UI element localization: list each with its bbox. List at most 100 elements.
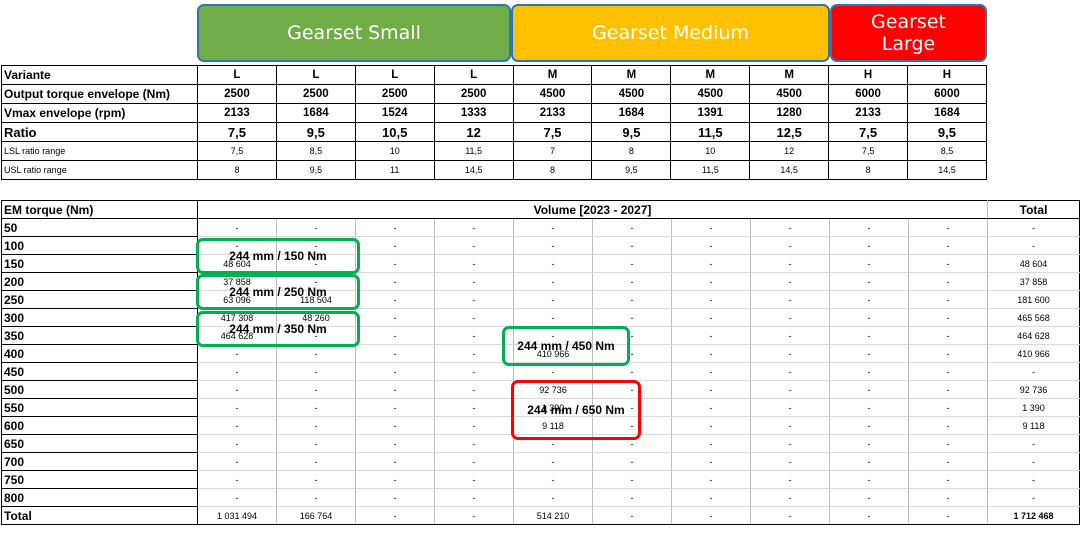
spec-cell: 8: [828, 160, 909, 180]
annotation-box: 244 mm / 650 Nm: [511, 380, 641, 440]
spec-cell: 7,5: [197, 122, 277, 142]
volume-cell: -: [829, 416, 909, 435]
volume-cell: -: [513, 308, 593, 327]
volume-cell: -: [592, 308, 672, 327]
volume-cell: -: [829, 362, 909, 381]
volume-cell: -: [513, 218, 593, 237]
spec-cell: 8: [591, 141, 672, 161]
volume-cell: -: [829, 218, 909, 237]
spec-cell: 9,5: [275, 160, 356, 180]
spec-cell: M: [512, 65, 593, 85]
spec-cell: 8: [512, 160, 593, 180]
volume-cell: -: [750, 254, 830, 273]
volume-cell: -: [671, 236, 751, 255]
torque-label: Total: [1, 506, 198, 525]
volume-cell: -: [197, 434, 277, 453]
volume-cell: -: [276, 380, 356, 399]
volume-cell: -: [355, 470, 435, 489]
header-gearset-large: Gearset Large: [830, 4, 987, 62]
volume-cell: -: [355, 308, 435, 327]
volume-cell: -: [908, 488, 989, 507]
spec-cell: 2500: [197, 84, 277, 104]
row-total: 410 966: [987, 344, 1080, 363]
volume-cell: -: [908, 344, 989, 363]
volume-cell: -: [671, 470, 751, 489]
spec-cell: 10,5: [354, 122, 435, 142]
annotation-label: 244 mm / 150 Nm: [229, 249, 327, 263]
volume-cell: -: [197, 416, 277, 435]
volume-cell: -: [592, 254, 672, 273]
torque-label: 100: [1, 236, 198, 255]
volume-cell: -: [197, 398, 277, 417]
spec-cell: H: [828, 65, 909, 85]
spec-cell: 1391: [670, 103, 751, 123]
annotation-label: 244 mm / 650 Nm: [527, 403, 625, 417]
volume-cell: -: [750, 506, 830, 525]
row-total: -: [987, 470, 1080, 489]
volume-cell: -: [829, 344, 909, 363]
torque-label: 250: [1, 290, 198, 309]
annotation-box: 244 mm / 350 Nm: [196, 311, 360, 347]
spec-cell: L: [433, 65, 514, 85]
volume-cell: -: [908, 398, 989, 417]
volume-row: 100- - - - - - - - - - -: [1, 236, 1080, 255]
volume-cell: -: [197, 362, 277, 381]
volume-cell: -: [434, 218, 514, 237]
spec-cell: 4500: [749, 84, 830, 104]
torque-label: 500: [1, 380, 198, 399]
volume-cell: -: [829, 488, 909, 507]
spec-cell: L: [197, 65, 277, 85]
volume-cell: -: [355, 272, 435, 291]
volume-cell: -: [750, 470, 830, 489]
volume-cell: -: [434, 290, 514, 309]
volume-cell: -: [750, 416, 830, 435]
volume-cell: -: [671, 380, 751, 399]
spec-cell: 11: [354, 160, 435, 180]
row-total: 465 568: [987, 308, 1080, 327]
spec-row-label: LSL ratio range: [1, 141, 198, 161]
volume-cell: -: [750, 398, 830, 417]
spec-cell: 10: [670, 141, 751, 161]
volume-cell: -: [355, 362, 435, 381]
spec-cell: 14,5: [907, 160, 987, 180]
volume-cell: -: [671, 218, 751, 237]
volume-row: 800- - - - - - - - - - -: [1, 488, 1080, 507]
spec-cell: 2500: [354, 84, 435, 104]
volume-cell: -: [829, 290, 909, 309]
volume-cell: -: [513, 272, 593, 291]
volume-cell: -: [513, 236, 593, 255]
volume-row: 250 63 096 118 504- - - - - - - -181 600: [1, 290, 1080, 309]
spec-cell: 1684: [591, 103, 672, 123]
spec-cell: 6000: [907, 84, 987, 104]
total-header: Total: [987, 200, 1080, 219]
volume-cell: -: [908, 290, 989, 309]
spec-cell: 2500: [433, 84, 514, 104]
volume-cell: -: [355, 488, 435, 507]
volume-cell: -: [434, 488, 514, 507]
header-label: Gearset Medium: [592, 22, 749, 44]
spec-row-label: USL ratio range: [1, 160, 198, 180]
volume-row: 750- - - - - - - - - - -: [1, 470, 1080, 489]
volume-cell: -: [355, 344, 435, 363]
volume-cell: -: [750, 380, 830, 399]
spec-cell: 7,5: [828, 122, 909, 142]
volume-cell: -: [750, 434, 830, 453]
volume-row: 50- - - - - - - - - - -: [1, 218, 1080, 237]
volume-cell: -: [434, 470, 514, 489]
torque-label: 800: [1, 488, 198, 507]
row-total: 92 736: [987, 380, 1080, 399]
volume-cell: 514 210: [513, 506, 593, 525]
annotation-box: 244 mm / 250 Nm: [196, 274, 360, 310]
row-total: -: [987, 434, 1080, 453]
spec-cell: 1524: [354, 103, 435, 123]
volume-cell: -: [592, 218, 672, 237]
volume-cell: -: [355, 506, 435, 525]
volume-cell: -: [592, 272, 672, 291]
volume-cell: -: [355, 416, 435, 435]
volume-header: Volume [2023 - 2027]: [197, 200, 989, 219]
spec-cell: 7,5: [828, 141, 909, 161]
volume-cell: -: [197, 380, 277, 399]
volume-cell: -: [276, 452, 356, 471]
volume-cell: -: [276, 344, 356, 363]
spec-cell: 2133: [828, 103, 909, 123]
